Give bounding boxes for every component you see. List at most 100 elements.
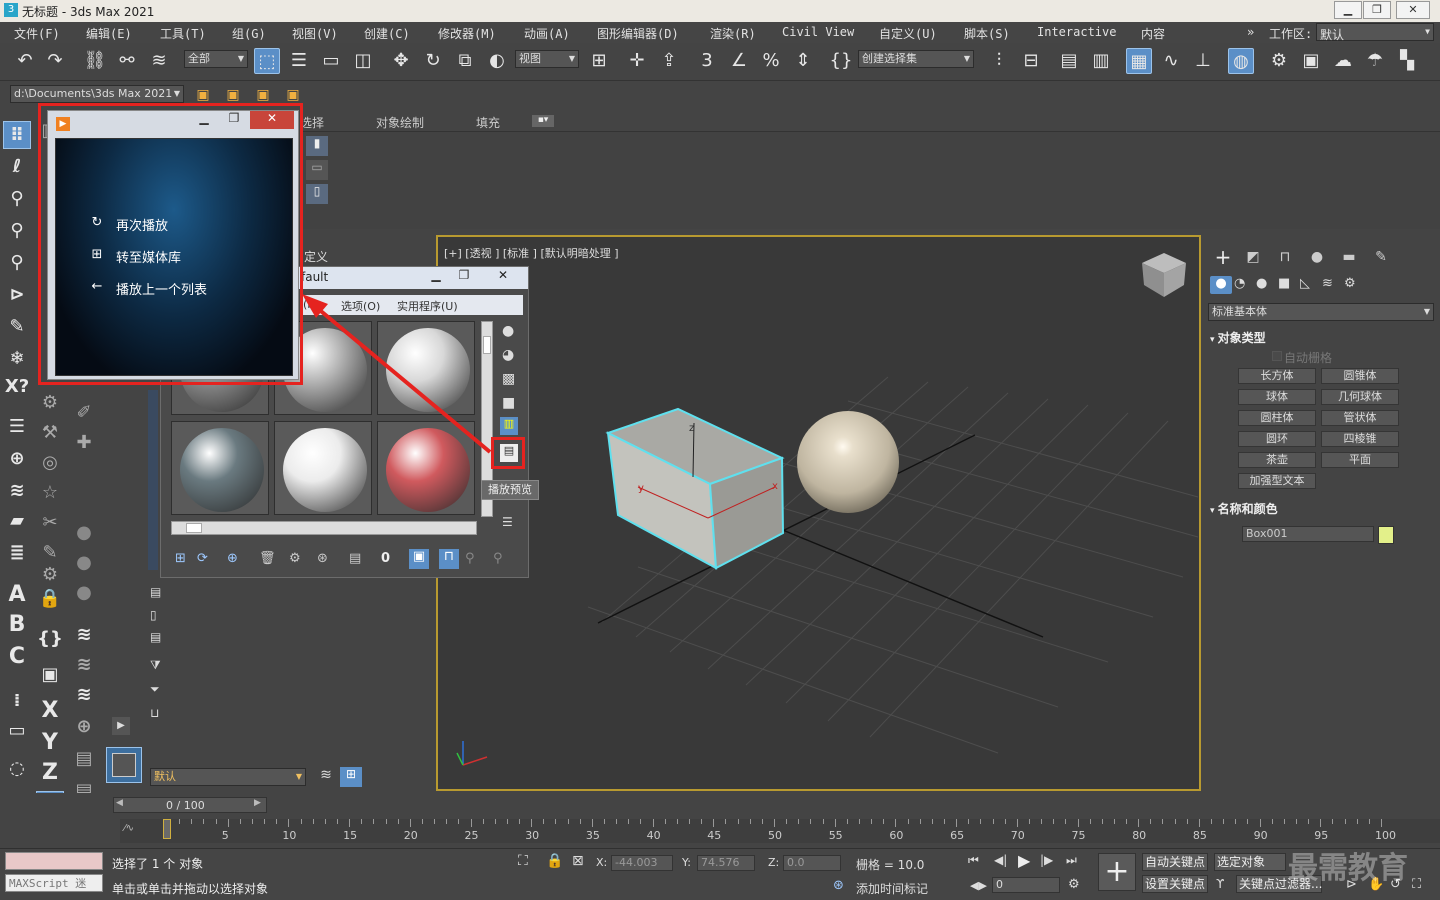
render-setup-icon[interactable]: ⚙ [1266,48,1292,74]
menu-tools[interactable]: 工具(T) [160,25,206,42]
material-slot[interactable] [171,421,269,515]
keyboard-shortcut-icon[interactable]: ⇪ [656,48,682,74]
go-parent-icon[interactable]: ⚲ [465,551,475,566]
lasso-icon[interactable]: ℓ [3,153,31,181]
circle-icon[interactable]: ● [70,519,98,547]
rendered-frame-icon[interactable]: ▣ [1298,48,1324,74]
menu-interactive[interactable]: Interactive [1037,25,1116,39]
make-unique-icon[interactable]: ⊛ [317,551,328,566]
unlink-icon[interactable]: ⚯ [114,48,140,74]
tool-icon[interactable]: ☆ [36,479,64,507]
menu-file[interactable]: 文件(F) [14,25,60,42]
view-cube-icon[interactable] [1142,253,1186,297]
menu-modifiers[interactable]: 修改器(M) [438,25,496,42]
go-sibling-icon[interactable]: ⚲ [493,551,503,566]
helpers-icon[interactable]: ◺ [1300,276,1310,291]
layer-explorer-icon[interactable]: ▥ [1088,48,1114,74]
place-icon[interactable]: ◐ [484,48,510,74]
mirror-icon[interactable]: ⫶ [986,48,1012,74]
window-crossing-icon[interactable]: ◫ [350,48,376,74]
circle-icon[interactable]: ● [70,579,98,607]
redo-icon[interactable]: ↷ [42,48,68,74]
ribbon-tab-fill[interactable]: 填充 [476,114,500,131]
material-editor-icon[interactable]: ◍ [1228,48,1254,74]
y-coordinate-field[interactable]: 74.576 [697,855,755,871]
object-type-rollout[interactable]: ▾ 对象类型 [1210,329,1436,347]
tool-icon[interactable]: ✚ [70,429,98,457]
key-selection-dropdown[interactable]: 选定对象 [1214,853,1286,871]
workspace-dropdown[interactable]: 默认 ▼ [1316,23,1434,42]
geosphere-button[interactable]: 几何球体 [1321,389,1399,405]
named-selection-icon[interactable]: {} [828,48,854,74]
set-key-button[interactable]: 设置关键点 [1142,875,1209,893]
assign-material-icon[interactable]: ⊕ [227,551,238,566]
link-icon[interactable]: ⛓ [82,48,108,74]
tool-icon[interactable]: ⚒ [36,419,64,447]
spinner-snap-icon[interactable]: ⇕ [790,48,816,74]
snowflake-icon[interactable]: ❄ [3,345,31,373]
teapot-button[interactable]: 茶壶 [1238,452,1316,468]
stack-icon[interactable]: ≋ [70,621,98,649]
cylinder-button[interactable]: 圆柱体 [1238,410,1316,426]
project-path-dropdown[interactable]: d:\Documents\3ds Max 2021 ▼ [10,85,184,103]
stack-icon[interactable]: ≋ [70,681,98,709]
maxscript-input[interactable]: MAXScript 迷 [5,874,103,892]
text-b-icon[interactable]: B [3,611,31,639]
text-a-icon[interactable]: A [3,581,31,609]
braces-icon[interactable]: {} [36,625,64,653]
select-by-name-icon[interactable]: ☰ [286,48,312,74]
menu-group[interactable]: 组(G) [232,25,266,42]
utilities-tab-icon[interactable]: ✎ [1370,246,1392,268]
sphere-button[interactable]: 球体 [1238,389,1316,405]
paint-select-icon[interactable]: ⚲ [3,185,31,213]
layer-dropdown[interactable]: 默认 ▼ [150,768,306,786]
tube-button[interactable]: 管状体 [1321,410,1399,426]
stack-icon[interactable]: ▤ [70,745,98,773]
current-frame-field[interactable]: 0 [992,877,1060,893]
layers-icon[interactable]: ☰ [3,413,31,441]
key-mode-icon[interactable]: ◀▶ [970,879,987,892]
selection-set-dropdown[interactable]: 创建选择集 ▼ [858,50,974,68]
display-tab-icon[interactable]: ▬ [1338,246,1360,268]
menu-civil-view[interactable]: Civil View [782,25,854,39]
modify-tab-icon[interactable]: ◩ [1242,246,1264,268]
align-icon[interactable]: ⊟ [1018,48,1044,74]
curve-toggle-icon[interactable]: ⁄∿ [124,823,134,834]
frame-icon[interactable]: ▣ [36,661,64,689]
sphere-object[interactable] [797,411,899,513]
time-tag-icon[interactable]: ⊛ [833,878,844,893]
make-copy-icon[interactable]: ⚙ [289,551,301,566]
brush-icon[interactable]: ✎ [3,313,31,341]
doc-icon[interactable]: ▤ [150,630,161,644]
doc-icon[interactable]: ▤ [150,585,161,599]
rect-selection-icon[interactable]: ▭ [318,48,344,74]
create-tab-icon[interactable]: + [1212,246,1234,268]
close-button[interactable]: ✕ [1396,1,1430,19]
object-name-field[interactable]: Box001 [1242,526,1374,542]
set-key-big-button[interactable]: + [1098,853,1136,891]
select-poly-icon[interactable]: ⊳ [3,281,31,309]
lock-icon[interactable]: 🔒 [36,585,64,613]
auto-grid-checkbox[interactable] [1272,351,1282,361]
angle-snap-icon[interactable]: ∠ [726,48,752,74]
box-button[interactable]: 长方体 [1238,368,1316,384]
stack-layers-icon[interactable]: ≣ [3,539,31,567]
maxscript-listener[interactable] [5,852,103,870]
ribbon-tool-icon[interactable]: ▯ [306,184,328,204]
prev-frame-icon[interactable]: ◀| [994,853,1007,867]
absolute-mode-icon[interactable]: ⊠ [572,853,584,869]
ruler-icon[interactable]: ▭ [3,717,31,745]
category-dropdown[interactable]: 标准基本体 ▼ [1208,303,1434,321]
tool-icon[interactable]: ✂ [36,509,64,537]
ribbon-options-icon[interactable]: ▪▾ [532,115,554,127]
menu-views[interactable]: 视图(V) [292,25,338,42]
menu-content[interactable]: 内容 [1141,25,1165,42]
stack-icon[interactable]: ≋ [70,651,98,679]
menu-rendering[interactable]: 渲染(R) [710,25,756,42]
orbit-icon[interactable]: ◌ [3,755,31,783]
ref-coord-dropdown[interactable]: 视图 ▼ [515,50,579,68]
text-plus-button[interactable]: 加强型文本 [1238,473,1316,489]
menu-scripting[interactable]: 脚本(S) [964,25,1010,42]
slot-horizontal-scrollbar[interactable] [171,521,477,535]
show-end-result-icon[interactable]: ⊓ [439,549,459,569]
